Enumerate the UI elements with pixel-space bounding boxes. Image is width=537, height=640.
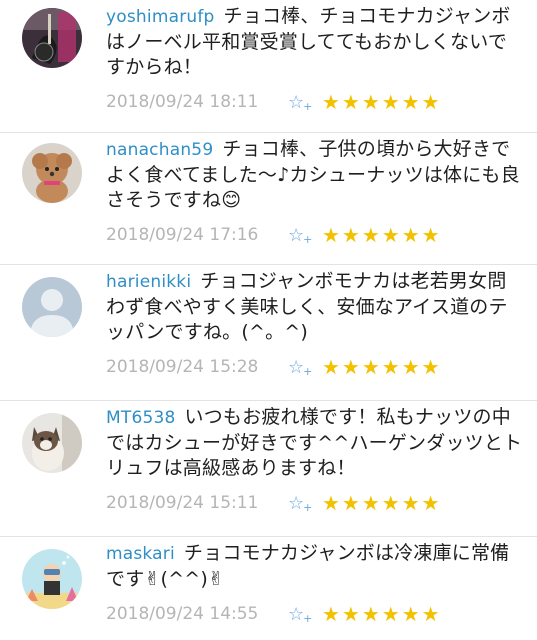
diver-illustration-icon (22, 549, 82, 609)
add-star-icon: ☆ (288, 603, 305, 625)
comment-item: yoshimarufp チョコ棒、チョコモナカジャンボはノーベル平和賞受賞してても… (0, 0, 537, 133)
add-star-icon: ☆ (288, 492, 305, 514)
comment-meta: 2018/09/24 14:55 ☆ + ★★★★★★ (106, 602, 525, 626)
timestamp: 2018/09/24 15:11 (106, 493, 259, 513)
star-rating: ★★★★★★ (322, 602, 442, 626)
timestamp: 2018/09/24 17:16 (106, 225, 259, 245)
poodle-photo-icon (22, 143, 82, 203)
avatar[interactable] (22, 143, 82, 203)
avatar[interactable] (22, 277, 82, 337)
comment-meta: 2018/09/24 17:16 ☆ + ★★★★★★ (106, 223, 525, 247)
username-link[interactable]: nanachan59 (106, 140, 213, 160)
username-link[interactable]: yoshimarufp (106, 7, 215, 27)
avatar[interactable] (22, 413, 82, 473)
add-star-button[interactable]: ☆ + (288, 225, 322, 246)
comment-text-block: nanachan59 チョコ棒、子供の頃から大好きでよく食べてました〜♪カシューナ… (106, 137, 525, 213)
add-star-button[interactable]: ☆ + (288, 357, 322, 378)
username-link[interactable]: MT6538 (106, 408, 176, 428)
comment-text-block: yoshimarufp チョコ棒、チョコモナカジャンボはノーベル平和賞受賞してても… (106, 4, 525, 80)
cat-photo-icon (22, 413, 82, 473)
comment-text-block: maskari チョコモナカジャンボは冷凍庫に常備です✌(^^)✌ (106, 541, 525, 592)
star-rating: ★★★★★★ (322, 90, 442, 114)
comment-meta: 2018/09/24 18:11 ☆ + ★★★★★★ (106, 90, 525, 114)
comment-item: MT6538 いつもお疲れ様です！私もナッツの中ではカシューが好きです^^ハーゲン… (0, 401, 537, 537)
username-link[interactable]: maskari (106, 544, 175, 564)
comment-item: maskari チョコモナカジャンボは冷凍庫に常備です✌(^^)✌ 2018/09… (0, 537, 537, 640)
add-star-icon: ☆ (288, 356, 305, 378)
star-rating: ★★★★★★ (322, 223, 442, 247)
timestamp: 2018/09/24 18:11 (106, 92, 259, 112)
avatar[interactable] (22, 8, 82, 68)
star-rating: ★★★★★★ (322, 491, 442, 515)
star-rating: ★★★★★★ (322, 355, 442, 379)
add-star-button[interactable]: ☆ + (288, 604, 322, 625)
add-star-button[interactable]: ☆ + (288, 493, 322, 514)
timestamp: 2018/09/24 15:28 (106, 357, 259, 377)
guitar-photo-icon (22, 8, 82, 68)
plus-icon: + (303, 500, 313, 514)
add-star-icon: ☆ (288, 91, 305, 113)
add-star-icon: ☆ (288, 224, 305, 246)
plus-icon: + (303, 232, 313, 246)
avatar[interactable] (22, 549, 82, 609)
comment-item: harienikki チョコジャンボモナカは老若男女問わず食べやすく美味しく、安価… (0, 265, 537, 401)
plus-icon: + (303, 99, 313, 113)
comment-meta: 2018/09/24 15:11 ☆ + ★★★★★★ (106, 491, 525, 515)
timestamp: 2018/09/24 14:55 (106, 604, 259, 624)
comment-meta: 2018/09/24 15:28 ☆ + ★★★★★★ (106, 355, 525, 379)
plus-icon: + (303, 611, 313, 625)
plus-icon: + (303, 364, 313, 378)
comment-text-block: MT6538 いつもお疲れ様です！私もナッツの中ではカシューが好きです^^ハーゲン… (106, 405, 525, 481)
comment-item: nanachan59 チョコ棒、子供の頃から大好きでよく食べてました〜♪カシューナ… (0, 133, 537, 265)
add-star-button[interactable]: ☆ + (288, 92, 322, 113)
default-user-icon (22, 277, 82, 337)
comment-text-block: harienikki チョコジャンボモナカは老若男女問わず食べやすく美味しく、安価… (106, 269, 525, 345)
username-link[interactable]: harienikki (106, 272, 191, 292)
